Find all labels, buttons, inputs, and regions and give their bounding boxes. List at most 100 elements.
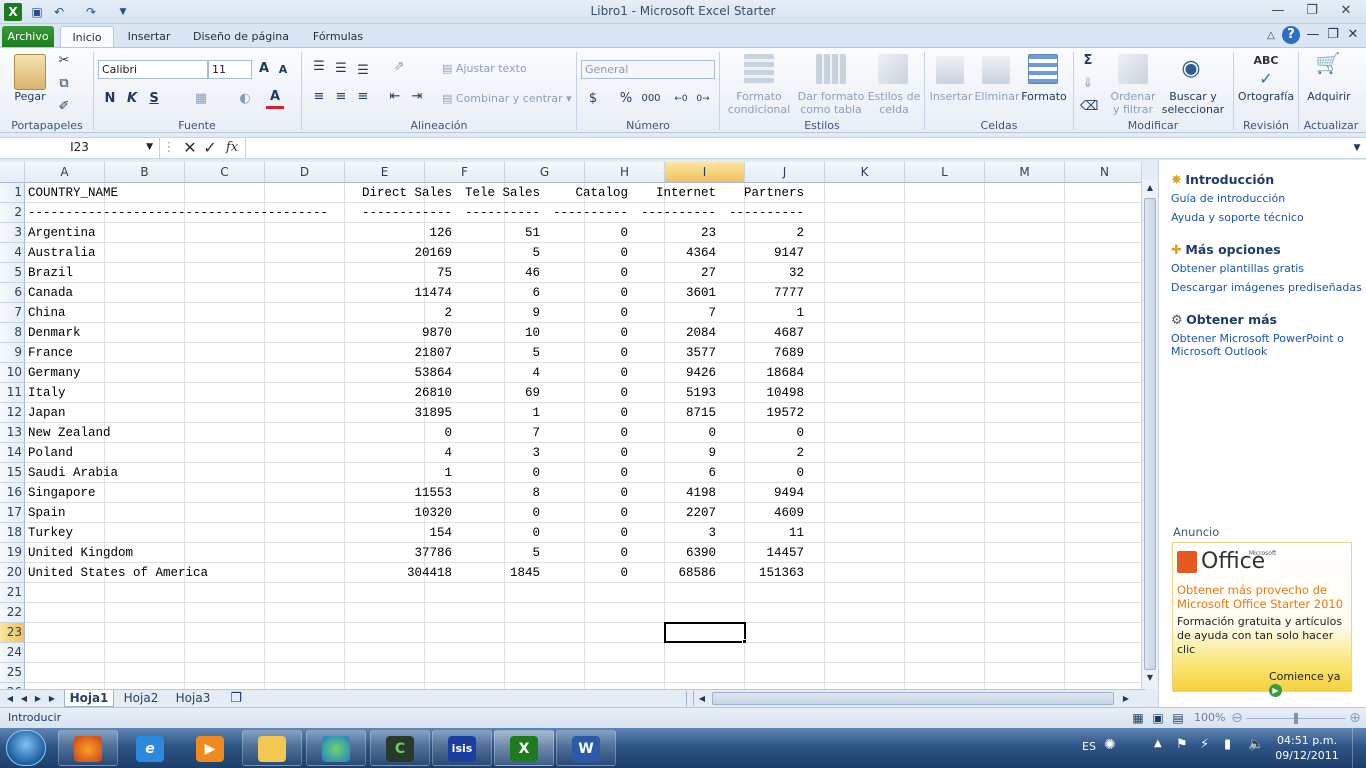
cell-direct[interactable]: 10320 [372,503,452,523]
thousands-button[interactable]: 000 [640,90,662,108]
cell-direct[interactable]: 126 [372,223,452,243]
format-painter-icon[interactable]: ✐ [56,98,72,116]
cell-header-partners[interactable]: Partners [694,183,804,203]
cell-direct[interactable]: 37786 [372,543,452,563]
format-as-table-icon[interactable] [816,54,846,84]
increase-decimal-icon[interactable]: ←0 [672,90,690,108]
row-header-13[interactable]: 13 [0,423,25,443]
cell-country[interactable]: Saudi Arabia [28,463,348,483]
wrap-text-button[interactable]: ▤ Ajustar texto [442,62,552,75]
sort-filter-button[interactable]: Ordenar y filtrar [1106,90,1160,116]
signal-icon[interactable]: ▮ [1224,737,1231,752]
cell-country[interactable]: Canada [28,283,348,303]
cell-internet[interactable]: 27 [636,263,716,283]
cell-tele[interactable]: 5 [460,343,540,363]
tray-expand-icon[interactable]: ▲ [1154,738,1162,749]
column-header-g[interactable]: G [505,162,585,183]
row-header-5[interactable]: 5 [0,263,25,283]
scroll-left-icon[interactable]: ◀ [696,690,708,707]
zoom-out-icon[interactable]: ⊖ [1230,709,1244,727]
find-select-button[interactable]: Buscar y seleccionar [1160,90,1226,116]
link-clipart[interactable]: Descargar imágenes prediseñadas [1171,281,1362,294]
flag-icon[interactable]: ⚑ [1176,737,1188,752]
column-header-h[interactable]: H [585,162,665,183]
align-left-icon[interactable]: ≡ [310,88,328,106]
link-getting-started[interactable]: Guía de introducción [1171,192,1285,205]
cell-direct[interactable]: 26810 [372,383,452,403]
tab-insertar[interactable]: Insertar [120,26,178,48]
cell-catalog[interactable]: 0 [548,243,628,263]
cell-internet[interactable]: 68586 [636,563,716,583]
spelling-button[interactable]: Ortografía [1236,90,1296,103]
cell-internet[interactable]: 4198 [636,483,716,503]
cell-tele[interactable]: 5 [460,243,540,263]
insert-cells-button[interactable]: Insertar [928,90,974,103]
cell-tele[interactable]: 9 [460,303,540,323]
percent-button[interactable]: % [618,90,634,108]
cell-internet[interactable]: 6390 [636,543,716,563]
cell-direct[interactable]: 75 [372,263,452,283]
horizontal-scroll-thumb[interactable] [712,692,1114,705]
cell-internet[interactable]: 9426 [636,363,716,383]
cell-dashes-tele[interactable]: ---------- [444,203,540,223]
cell-tele[interactable]: 4 [460,363,540,383]
cell-direct[interactable]: 11474 [372,283,452,303]
row-header-9[interactable]: 9 [0,343,25,363]
cell-partners[interactable]: 1 [724,303,804,323]
column-header-i[interactable]: I [665,162,745,183]
insert-function-button[interactable]: fx [222,139,242,157]
column-header-d[interactable]: D [265,162,345,183]
cell-direct[interactable]: 4 [372,443,452,463]
last-sheet-icon[interactable]: ▶ [46,690,58,707]
cell-partners[interactable]: 19572 [724,403,804,423]
cell-country[interactable]: Denmark [28,323,348,343]
link-outlook[interactable]: Microsoft Outlook [1171,345,1267,358]
align-bottom-icon[interactable]: ☰ [354,62,372,80]
number-format-combo[interactable]: General [581,60,715,79]
tab-formulas[interactable]: Fórmulas [304,26,372,48]
link-templates[interactable]: Obtener plantillas gratis [1171,262,1304,275]
split-box[interactable] [1141,162,1158,180]
cell-tele[interactable]: 6 [460,283,540,303]
cell-tele[interactable]: 8 [460,483,540,503]
sheet-tab-hoja1[interactable]: Hoja1 [64,690,114,707]
minimize-button[interactable]: — [1266,2,1290,20]
show-desktop-button[interactable] [1352,728,1366,768]
cell-direct[interactable]: 0 [372,423,452,443]
cell-internet[interactable]: 8715 [636,403,716,423]
column-header-n[interactable]: N [1065,162,1145,183]
column-header-c[interactable]: C [185,162,265,183]
doc-restore-icon[interactable]: ❐ [1324,26,1342,44]
cell-country[interactable]: China [28,303,348,323]
column-header-f[interactable]: F [425,162,505,183]
cell-country[interactable]: United States of America [28,563,348,583]
cell-country[interactable]: Argentina [28,223,348,243]
font-name-combo[interactable]: Calibri [98,60,208,79]
cell-country[interactable]: New Zealand [28,423,348,443]
row-header-12[interactable]: 12 [0,403,25,423]
restore-button[interactable]: ❐ [1300,2,1324,20]
taskbar-excel[interactable]: X [494,730,554,766]
italic-button[interactable]: K [124,90,140,108]
name-box[interactable]: I23 ▼ [0,137,160,159]
cell-catalog[interactable]: 0 [548,563,628,583]
vertical-scrollbar[interactable]: ▲ ▼ [1141,180,1158,689]
taskbar-app-green[interactable]: C [370,730,430,766]
cell-direct[interactable]: 9870 [372,323,452,343]
spreadsheet-grid[interactable]: ABCDEFGHIJKLMN 1 2 3 4 5 6 7 8 9 10 11 12 13 14 15 16 17… [0,162,1145,689]
cell-catalog[interactable]: 0 [548,423,628,443]
clock[interactable]: 04:51 p.m. 09/12/2011 [1272,733,1342,763]
find-select-icon[interactable]: ◉ [1176,54,1206,84]
cell-catalog[interactable]: 0 [548,263,628,283]
format-cells-icon[interactable] [1028,54,1058,84]
link-help-support[interactable]: Ayuda y soporte técnico [1171,211,1304,224]
cell-catalog[interactable]: 0 [548,363,628,383]
cell-catalog[interactable]: 0 [548,383,628,403]
increase-indent-icon[interactable]: ⇥ [408,88,426,106]
cell-partners[interactable]: 9494 [724,483,804,503]
cell-direct[interactable]: 31895 [372,403,452,423]
fill-icon[interactable]: ⇓ [1080,75,1096,93]
column-header-k[interactable]: K [825,162,905,183]
format-as-table-button[interactable]: Dar formato como tabla [796,90,866,116]
cell-internet[interactable]: 23 [636,223,716,243]
